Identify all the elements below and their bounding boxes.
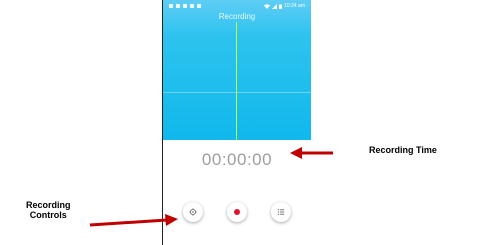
recording-controls-label-line1: Recording: [26, 200, 71, 210]
annotation-arrows: [89, 147, 333, 227]
recording-controls-label: Recording Controls: [26, 200, 71, 220]
recording-time-arrow: [290, 147, 333, 159]
recording-controls-label-line2: Controls: [29, 210, 67, 220]
recording-controls-arrow: [89, 214, 178, 227]
screenshot-canvas: 10:24 am Recording 00:00:00 Recording Ti…: [0, 0, 482, 245]
recording-time-label: Recording Time: [369, 145, 437, 155]
